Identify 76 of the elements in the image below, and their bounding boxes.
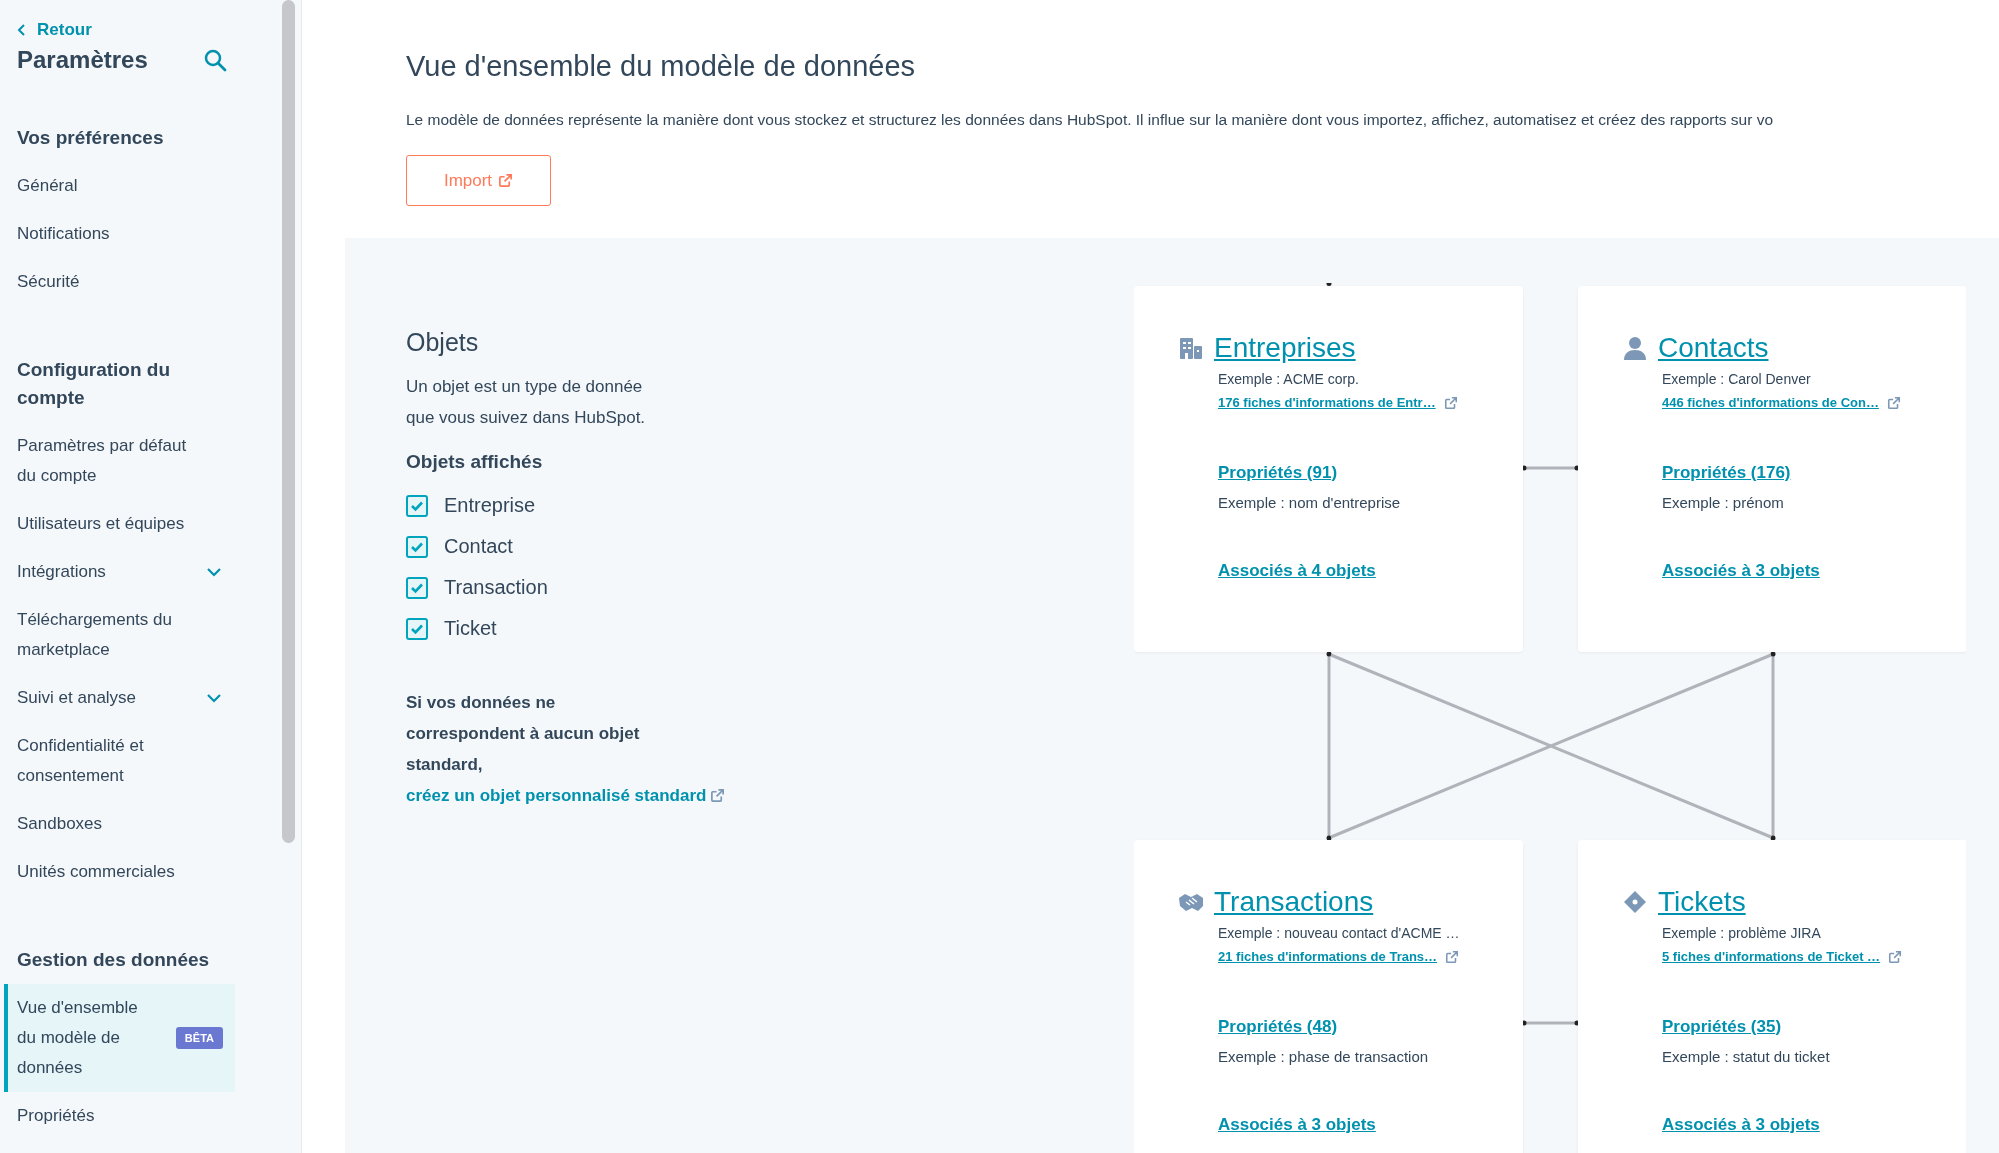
check-icon — [410, 540, 424, 553]
example-text: Exemple : nom d'entreprise — [1218, 493, 1402, 513]
checkbox-label: Entreprise — [444, 494, 536, 517]
section-title: Objets — [406, 328, 480, 357]
associations-link[interactable]: Associés à 3 objets — [1662, 1111, 1820, 1139]
checkbox[interactable] — [406, 617, 428, 640]
external-link-icon — [498, 173, 514, 188]
ticket-icon — [1622, 889, 1648, 915]
associations-link[interactable]: Associés à 3 objets — [1218, 1111, 1376, 1139]
sidebar-item[interactable]: Paramètres par défaut du compte — [17, 422, 222, 500]
search-icon[interactable] — [203, 48, 227, 72]
example-text: Exemple : statut du ticket — [1662, 1047, 1831, 1067]
records-link[interactable]: 5 fiches d'informations de Ticket … — [1662, 945, 1881, 969]
sidebar-item[interactable]: Vue d'ensemble du modèle de données BÊTA — [4, 984, 235, 1092]
building-icon — [1178, 335, 1204, 361]
sidebar-item[interactable]: Suivi et analyse — [17, 674, 222, 722]
properties-link[interactable]: Propriétés (48) — [1218, 1013, 1338, 1041]
checkbox-label: Contact — [444, 535, 513, 558]
connector-line — [1521, 1020, 1580, 1026]
sidebar-item[interactable]: Notifications — [17, 210, 222, 258]
properties-link[interactable]: Propriétés (176) — [1662, 459, 1791, 487]
records-link[interactable]: 176 fiches d'informations de Entr… — [1218, 391, 1436, 415]
sidebar-item[interactable]: Confidentialité et consentement — [17, 722, 222, 800]
external-link-icon — [1443, 396, 1458, 410]
settings-title: Paramètres — [17, 46, 148, 74]
associations-link[interactable]: Associés à 4 objets — [1218, 557, 1376, 585]
records-link[interactable]: 21 fiches d'informations de Trans… — [1218, 945, 1438, 969]
section-heading: Gestion des données — [17, 948, 211, 972]
chevron-left-icon — [17, 24, 27, 36]
object-link[interactable]: Contacts — [1658, 330, 1769, 366]
example-text: Exemple : prénom — [1662, 493, 1785, 513]
example-text: Exemple : Carol Denver — [1662, 370, 1812, 389]
scrollbar-thumb[interactable] — [282, 0, 295, 843]
import-button[interactable]: Import — [406, 155, 551, 206]
sidebar-item[interactable]: Intégrations — [17, 548, 222, 596]
properties-link[interactable]: Propriétés (35) — [1662, 1013, 1782, 1041]
sidebar-item[interactable]: Propriétés — [17, 1092, 222, 1140]
subheading: Objets affichés — [406, 451, 544, 473]
check-icon — [410, 581, 424, 594]
object-link[interactable]: Transactions — [1214, 884, 1374, 920]
section-heading: Vos préférences — [17, 126, 165, 150]
checkbox[interactable] — [406, 576, 428, 599]
checkbox-label: Transaction — [444, 576, 548, 599]
page-description: Le modèle de données représente la manière dont vous stockez et structurez les données dans HubSpot. Il influe sur la manière dont vous importez, affichez, automatisez et créez des rapports sur vo — [406, 111, 1775, 129]
checkbox-label: Ticket — [444, 617, 497, 640]
sidebar-item[interactable]: Unités commerciales — [17, 848, 222, 896]
example-text: Exemple : ACME corp. — [1218, 370, 1360, 389]
sidebar-item[interactable]: Sécurité — [17, 258, 222, 306]
checkbox[interactable] — [406, 494, 428, 517]
sidebar-item[interactable]: Général — [17, 162, 222, 210]
section-description: Un objet est un type de donnée que vous suivez dans HubSpot. — [406, 376, 647, 429]
external-link-icon — [1888, 950, 1903, 964]
person-icon — [1622, 335, 1648, 361]
check-icon — [410, 622, 424, 635]
page-title: Vue d'ensemble du modèle de données — [406, 50, 917, 83]
example-text: Exemple : phase de transaction — [1218, 1047, 1430, 1067]
sidebar-item[interactable]: Sandboxes — [17, 800, 222, 848]
object-link[interactable]: Tickets — [1658, 884, 1746, 920]
check-icon — [410, 499, 424, 512]
external-link-icon — [710, 788, 726, 803]
back-link[interactable]: Retour — [17, 20, 277, 40]
example-text: Exemple : nouveau contact d'ACME … — [1218, 924, 1461, 943]
connector-line — [1521, 465, 1580, 471]
sidebar-item[interactable]: Téléchargements du marketplace — [17, 596, 222, 674]
beta-badge: BÊTA — [175, 1027, 223, 1049]
external-link-icon — [1886, 396, 1901, 410]
associations-link[interactable]: Associés à 3 objets — [1662, 557, 1820, 585]
create-object-link[interactable]: créez un objet personnalisé standard — [406, 786, 726, 805]
external-link-icon — [1445, 950, 1460, 964]
section-heading: Configuration du compte — [17, 358, 172, 410]
object-link[interactable]: Entreprises — [1214, 330, 1356, 366]
sidebar-item[interactable]: Utilisateurs et équipes — [17, 500, 222, 548]
checkbox[interactable] — [406, 535, 428, 558]
example-text: Exemple : problème JIRA — [1662, 924, 1822, 943]
records-link[interactable]: 446 fiches d'informations de Con… — [1662, 391, 1879, 415]
properties-link[interactable]: Propriétés (91) — [1218, 459, 1338, 487]
